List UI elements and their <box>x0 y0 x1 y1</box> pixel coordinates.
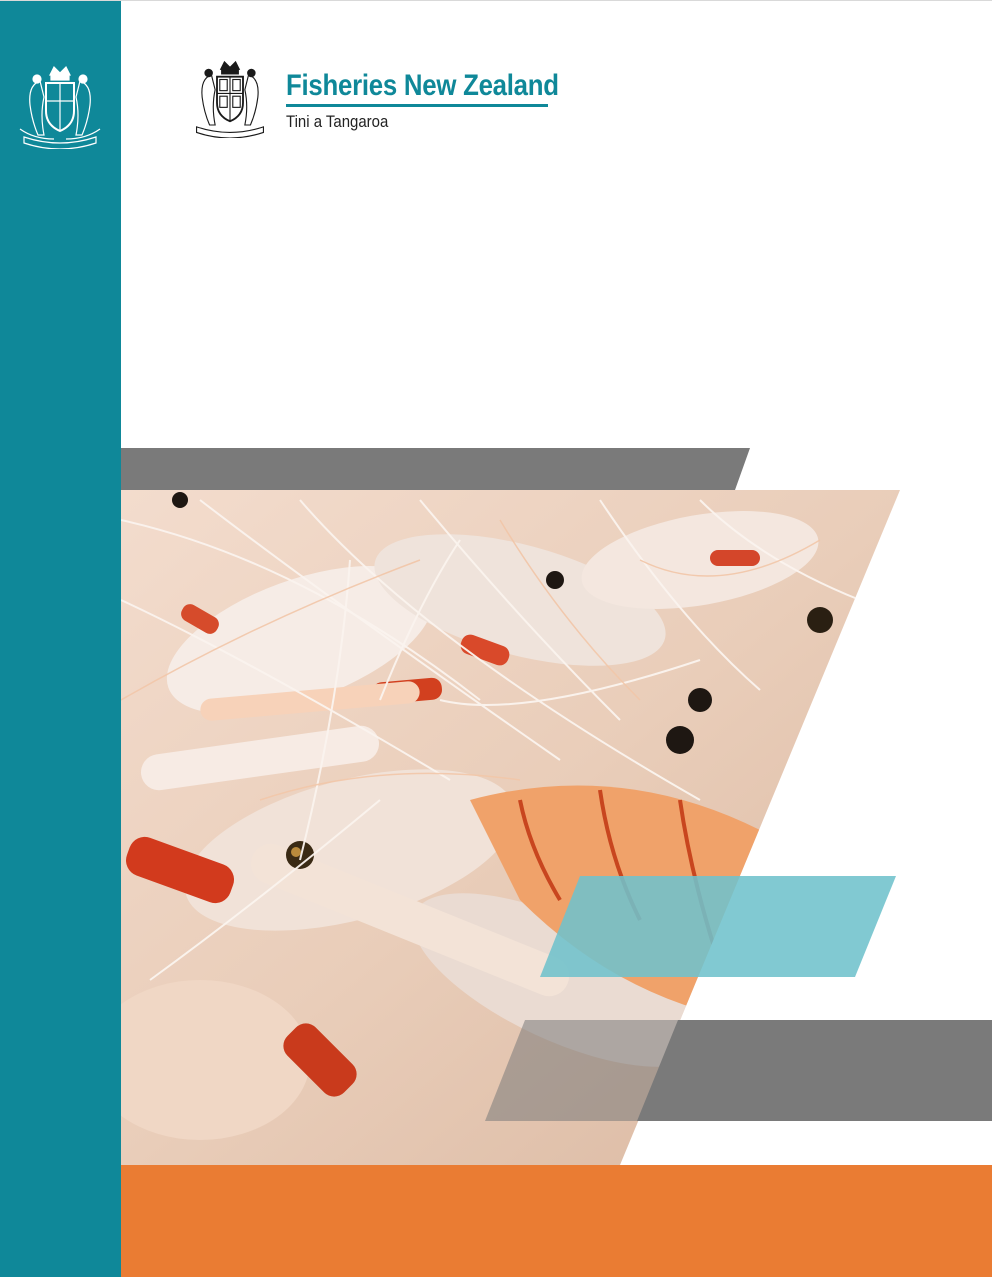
grey-band-bottom-solid <box>637 1020 992 1121</box>
teal-accent-shape <box>540 876 896 977</box>
orange-footer-band <box>121 1165 992 1277</box>
cover-artwork <box>121 448 992 1165</box>
grey-band-top <box>121 448 750 490</box>
